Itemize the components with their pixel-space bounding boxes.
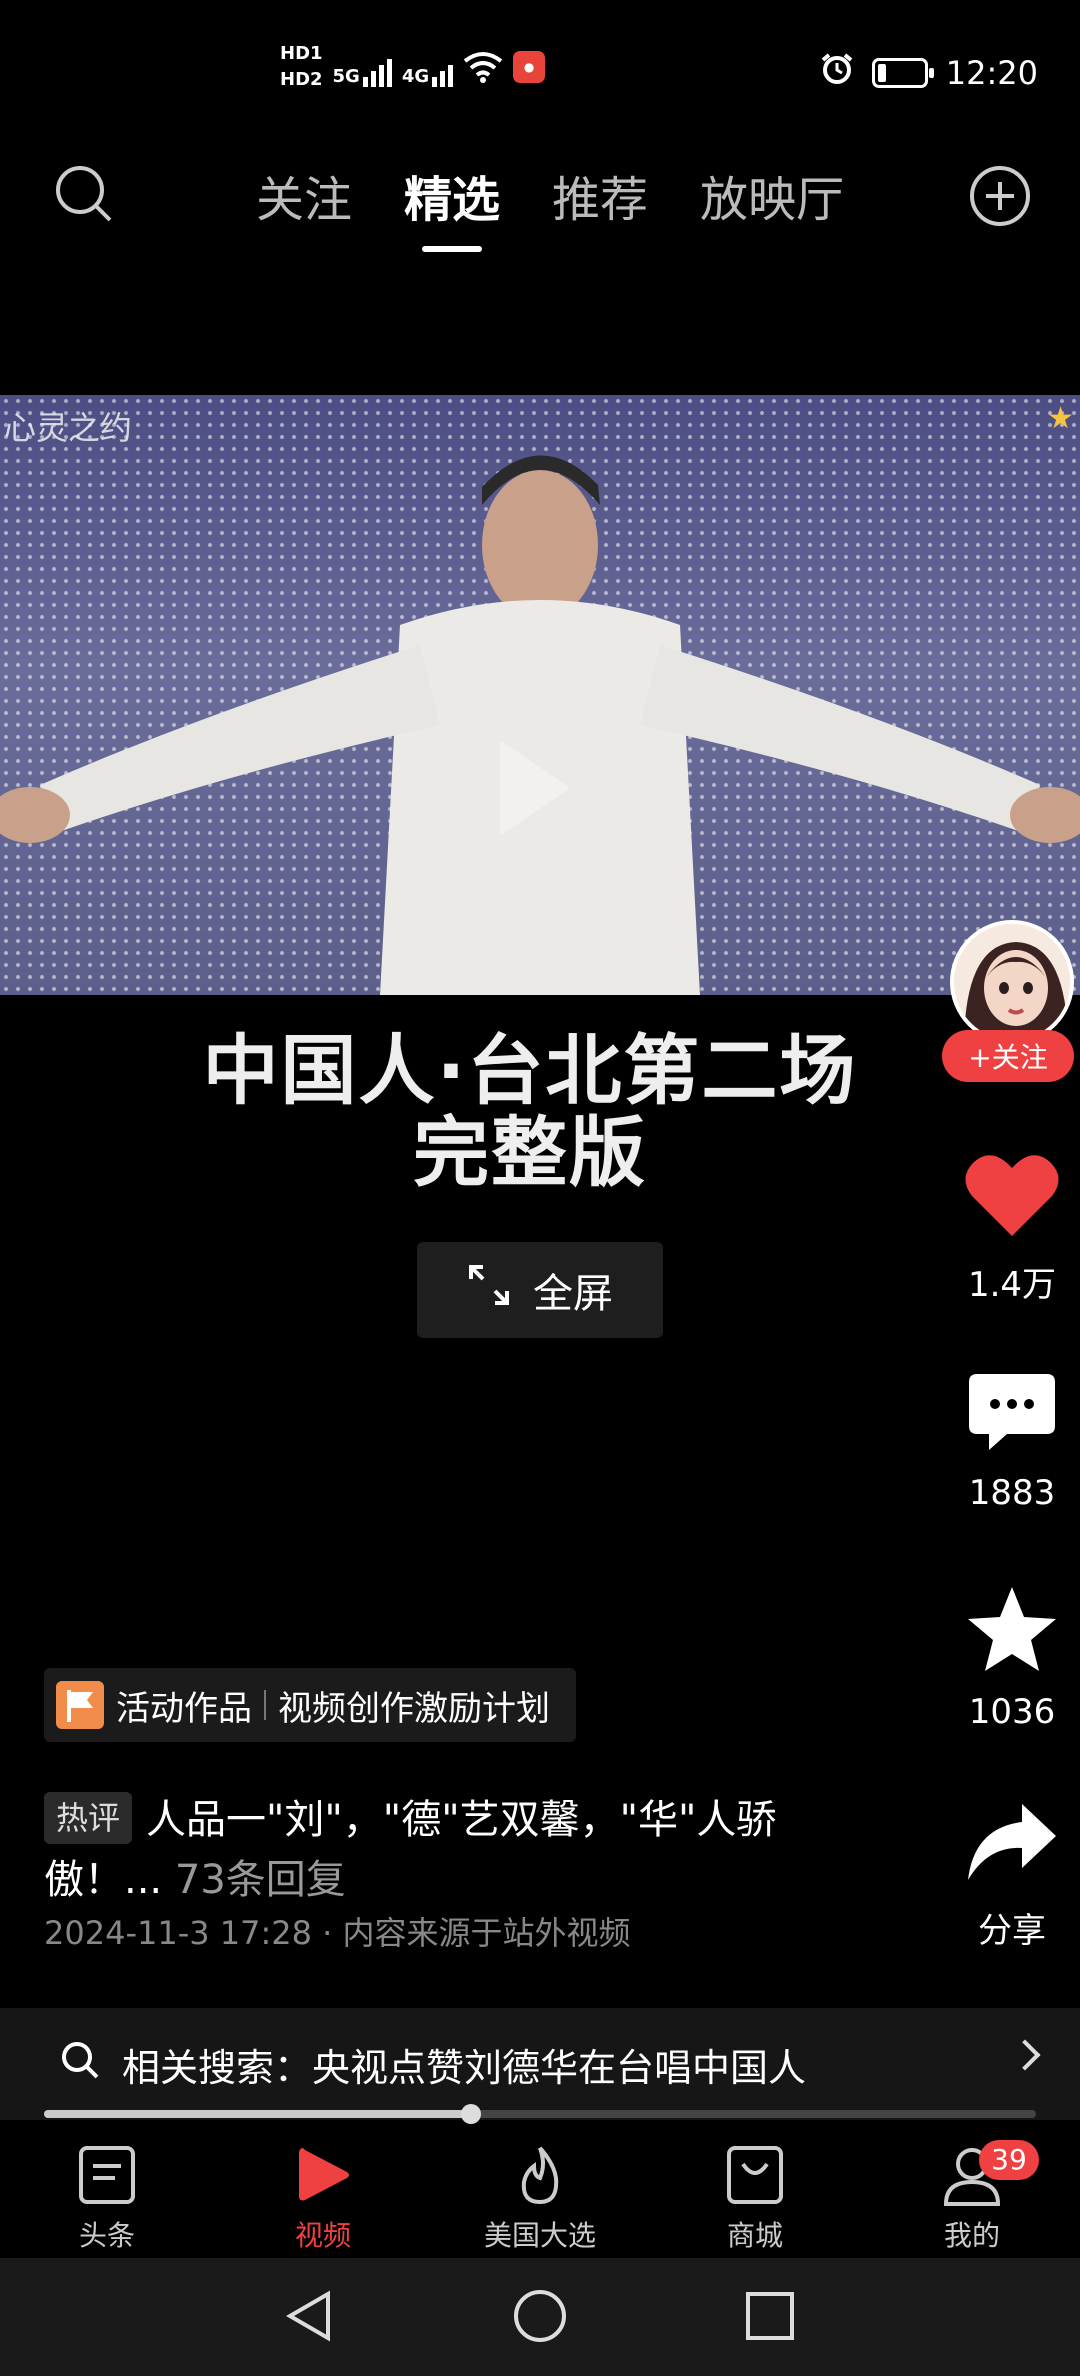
play-triangle-icon (248, 2144, 398, 2208)
progress-fill (44, 2110, 471, 2118)
favorite-action[interactable]: 1036 (950, 1585, 1074, 1732)
comment-bubble-icon (950, 1370, 1074, 1463)
sim-indicators: HD1 HD2 (280, 44, 323, 90)
heart-icon (950, 1150, 1074, 1247)
signal-4g-icon: 4G (401, 47, 454, 87)
tab-mall[interactable]: 商城 (680, 2144, 830, 2254)
video-title: 中国人·台北第二场 完整版 (140, 1030, 920, 1194)
post-meta: 2024-11-3 17:28 · 内容来源于站外视频 (44, 1914, 631, 1952)
tab-mall-label: 商城 (726, 2219, 783, 2252)
like-action[interactable]: 1.4万 (950, 1150, 1074, 1306)
system-nav-bar (0, 2258, 1080, 2376)
video-watermark: 心灵之约 (4, 409, 133, 447)
tab-headlines[interactable]: 头条 (32, 2144, 182, 2254)
author-avatar[interactable] (950, 920, 1074, 1044)
wifi-icon (463, 51, 503, 83)
favorite-count: 1036 (968, 1692, 1056, 1732)
tab-election[interactable]: 美国大选 (465, 2144, 615, 2254)
add-circle-icon[interactable] (970, 166, 1030, 226)
like-count: 1.4万 (967, 1265, 1057, 1305)
reply-count-link[interactable]: 73条回复 (175, 1857, 346, 1903)
hot-comment-text: 人品一"刘"，"德"艺双馨，"华"人骄傲！... (44, 1797, 777, 1903)
flag-icon (56, 1681, 104, 1729)
feed-tabs: 关注 精选 推荐 放映厅 (230, 150, 870, 252)
hd1-label: HD1 (280, 43, 323, 64)
fullscreen-label: 全屏 (533, 1271, 613, 1317)
comment-count: 1883 (968, 1473, 1056, 1513)
related-search-text: 相关搜索：央视点赞刘德华在台唱中国人 (122, 2045, 807, 2090)
recents-icon[interactable] (742, 2288, 798, 2348)
watermark-star-icon: ★ (1047, 401, 1074, 436)
hd2-label: HD2 (280, 69, 323, 90)
tab-mine[interactable]: 我的 39 (897, 2140, 1047, 2254)
tab-featured[interactable]: 精选 (378, 150, 526, 252)
flame-icon (465, 2144, 615, 2208)
tab-headlines-label: 头条 (78, 2219, 135, 2252)
activity-banner[interactable]: 活动作品 视频创作激励计划 (44, 1668, 576, 1742)
tab-election-label: 美国大选 (483, 2219, 596, 2252)
share-arrow-icon (950, 1800, 1074, 1893)
status-left: HD1 HD2 5G 4G ● (280, 44, 546, 90)
activity-divider (264, 1690, 266, 1720)
comment-action[interactable]: 1883 (950, 1370, 1074, 1513)
share-label: 分享 (978, 1911, 1046, 1951)
bottom-tab-bar: 头条 视频 美国大选 商城 我的 39 (0, 2128, 1080, 2258)
search-icon (60, 2040, 100, 2089)
video-title-line2: 完整版 (413, 1108, 647, 1197)
signal-5g-icon: 5G (333, 47, 392, 87)
tab-recommended[interactable]: 推荐 (526, 150, 674, 240)
home-icon[interactable] (512, 2288, 568, 2348)
share-action[interactable]: 分享 (950, 1800, 1074, 1952)
status-right: 12:20 (820, 52, 1038, 94)
chevron-right-icon (1009, 2039, 1041, 2071)
play-icon[interactable] (500, 740, 570, 836)
status-bar: HD1 HD2 5G 4G ● 12:20 (0, 0, 1080, 150)
alarm-icon (820, 52, 854, 94)
video-title-line1: 中国人·台北第二场 (202, 1026, 858, 1115)
expand-icon (467, 1263, 511, 1317)
tab-theater[interactable]: 放映厅 (674, 150, 870, 240)
shopping-bag-icon (680, 2144, 830, 2208)
performer-image (0, 455, 1080, 995)
star-icon (950, 1585, 1074, 1682)
search-icon[interactable] (54, 164, 114, 224)
tab-video-label: 视频 (294, 2219, 351, 2252)
progress-scrubber[interactable] (460, 2104, 481, 2124)
back-icon[interactable] (282, 2288, 338, 2348)
notification-app-icon: ● (513, 51, 546, 83)
network-5g-label: 5G (332, 66, 360, 87)
notification-badge: 39 (979, 2140, 1039, 2180)
video-player[interactable]: 心灵之约 ★ (0, 395, 1080, 995)
activity-label: 活动作品 (116, 1688, 252, 1729)
video-progress-bar[interactable] (44, 2104, 1036, 2124)
network-4g-label: 4G (401, 66, 430, 87)
follow-button[interactable]: +关注 (942, 1030, 1074, 1082)
fullscreen-button[interactable]: 全屏 (417, 1242, 663, 1338)
tab-mine-label: 我的 (943, 2219, 1000, 2252)
hot-comment-tag: 热评 (44, 1792, 133, 1844)
battery-icon (871, 58, 934, 88)
hot-comment[interactable]: 热评 人品一"刘"，"德"艺双馨，"华"人骄傲！... 73条回复 (44, 1790, 864, 1910)
top-nav: 关注 精选 推荐 放映厅 (0, 150, 1080, 252)
tab-video[interactable]: 视频 (248, 2144, 398, 2254)
related-search-bar[interactable]: 相关搜索：央视点赞刘德华在台唱中国人 (0, 2008, 1080, 2120)
tab-follow[interactable]: 关注 (230, 150, 378, 240)
document-icon (32, 2144, 182, 2208)
activity-plan: 视频创作激励计划 (278, 1688, 550, 1729)
clock: 12:20 (945, 54, 1038, 92)
